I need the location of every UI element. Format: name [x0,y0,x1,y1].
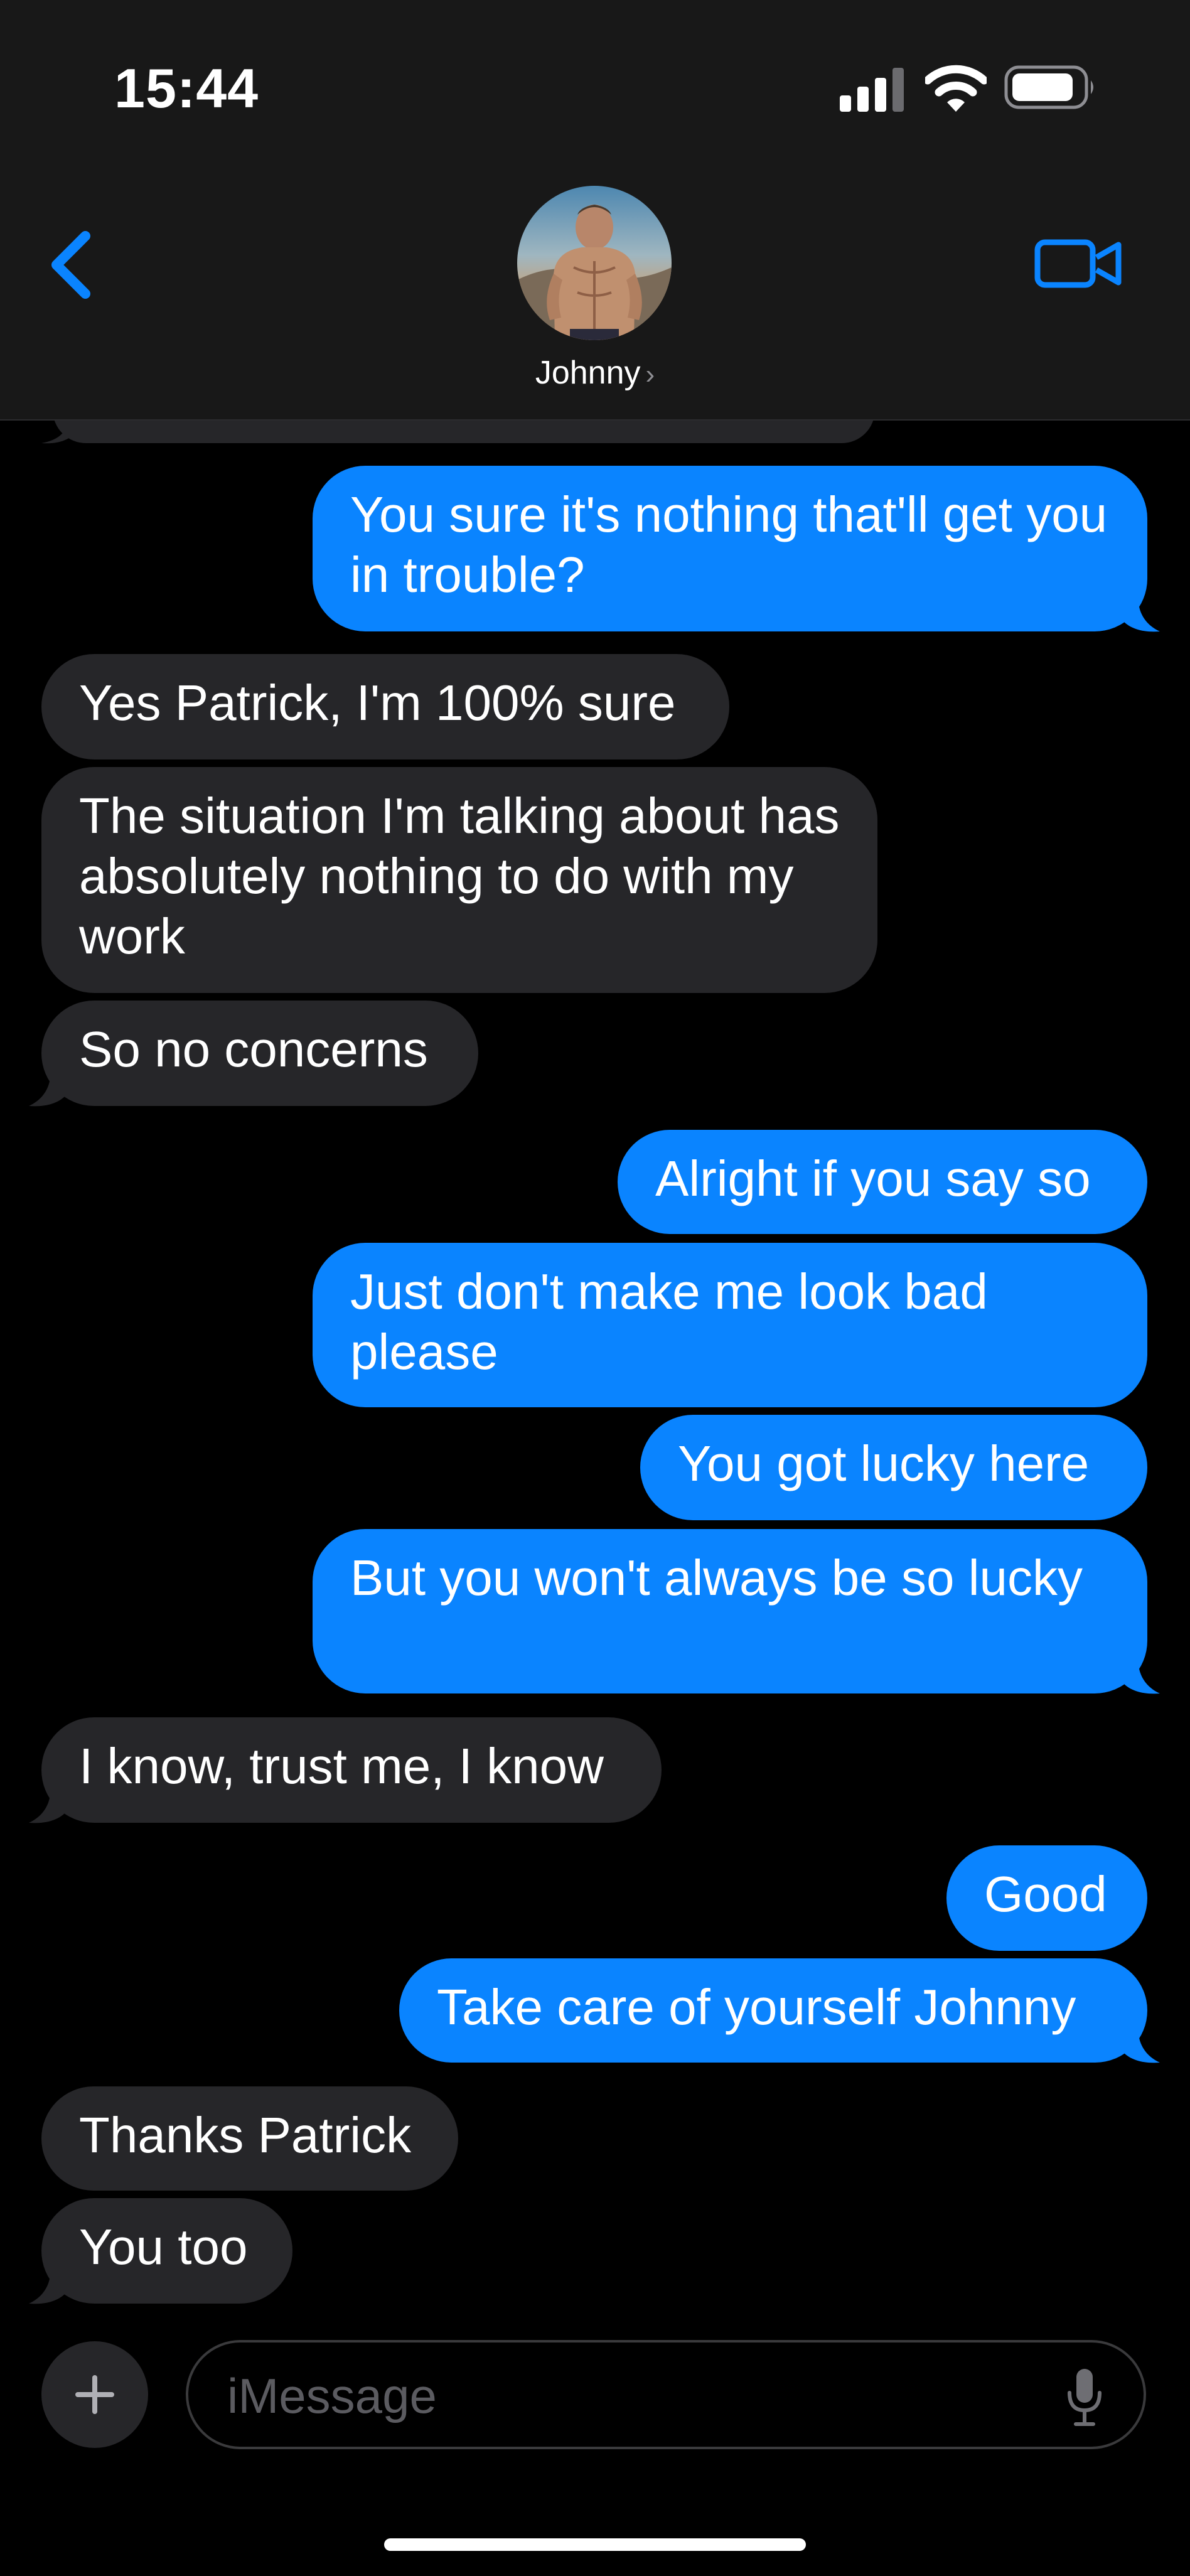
outgoing-message[interactable]: Take care of yourself Johnny [399,1958,1147,2063]
conversation-header: 15:44 Johnny › [0,0,1190,421]
outgoing-bubble-tail [1123,1665,1160,1694]
status-time: 15:44 [114,57,259,119]
message-text: Yes Patrick, I'm 100% sure [79,675,676,731]
incoming-bubble-tail [29,1794,65,1823]
message-text: You got lucky here [678,1436,1090,1491]
incoming-message[interactable]: Yes Patrick, I'm 100% sure [41,654,729,759]
message-text: You sure it's nothing that'll get you in… [350,486,1108,603]
chevron-right-icon: › [645,359,655,390]
outgoing-bubble-tail [1123,603,1160,632]
outgoing-message[interactable]: Alright if you say so [618,1130,1147,1234]
message-text: The situation I'm talking about has abso… [79,788,840,964]
incoming-bubble-tail [29,2275,65,2304]
incoming-message[interactable]: I know, trust me, I know [41,1717,662,1823]
message-text: But you won't always be so lucky [350,1550,1083,1606]
video-call-icon[interactable] [1034,232,1123,295]
message-text: Thanks Patrick [79,2107,412,2163]
contact-name-label: Johnny [535,355,641,391]
message-text: Just don't make me look bad please [350,1264,988,1380]
message-tail-fragment [41,422,75,444]
add-attachment-button[interactable] [41,2341,148,2448]
outgoing-message[interactable]: Good [946,1845,1147,1951]
incoming-message[interactable]: The situation I'm talking about has abso… [41,767,877,993]
contact-avatar[interactable] [517,186,672,340]
incoming-message[interactable]: So no concerns [41,1001,478,1106]
outgoing-message[interactable]: You got lucky here [640,1415,1147,1520]
incoming-message[interactable]: Thanks Patrick [41,2086,458,2191]
plus-icon [75,2375,114,2414]
outgoing-message[interactable]: But you won't always be so lucky [313,1529,1147,1693]
microphone-icon[interactable] [1066,2368,1103,2427]
cellular-signal-icon [840,68,904,112]
message-text: You too [79,2219,248,2275]
message-text: So no concerns [79,1021,428,1077]
message-text: Good [984,1866,1107,1922]
outgoing-bubble-tail [1123,2034,1160,2063]
incoming-message[interactable]: You too [41,2198,292,2304]
incoming-bubble-tail [29,1077,65,1107]
outgoing-message[interactable]: Just don't make me look bad please [313,1243,1147,1407]
contact-name[interactable]: Johnny › [439,354,751,392]
imessage-placeholder: iMessage [227,2368,437,2423]
battery-icon [1004,65,1093,109]
message-text: Take care of yourself Johnny [437,1979,1076,2035]
imessage-input[interactable]: iMessage [186,2340,1146,2449]
message-text: Alright if you say so [655,1151,1091,1206]
outgoing-message[interactable]: You sure it's nothing that'll get you in… [313,466,1147,631]
message-text: I know, trust me, I know [79,1738,604,1794]
home-indicator[interactable] [384,2538,806,2551]
wifi-icon [925,65,987,112]
back-chevron-icon[interactable] [44,227,100,303]
